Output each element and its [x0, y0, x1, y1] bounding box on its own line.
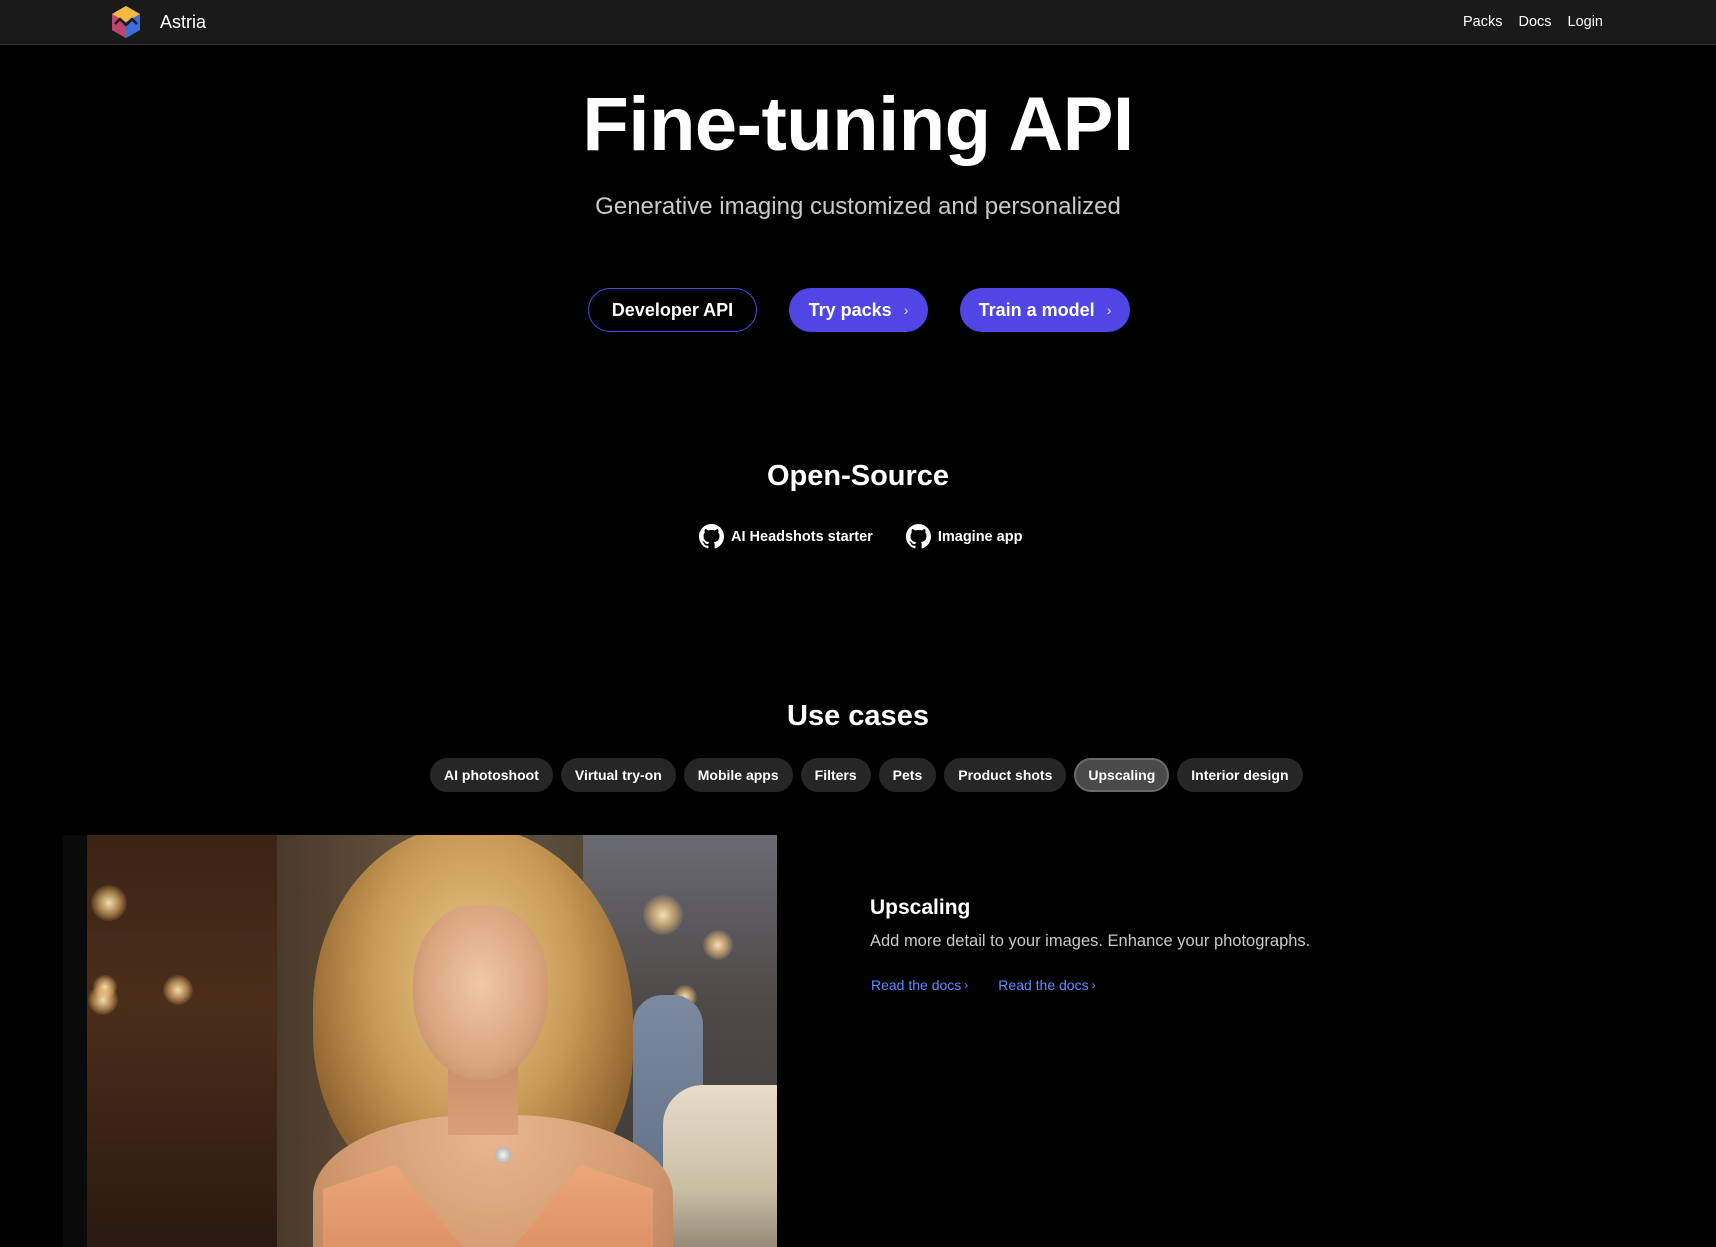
- tab-upscaling[interactable]: Upscaling: [1074, 758, 1170, 792]
- chevron-right-icon: ›: [903, 302, 909, 318]
- open-source-heading: Open-Source: [766, 460, 950, 492]
- ai-headshots-starter-label: AI Headshots starter: [731, 528, 873, 545]
- tab-interior-design[interactable]: Interior design: [1177, 758, 1303, 792]
- chevron-right-icon: ›: [964, 978, 969, 992]
- nav-link-login[interactable]: Login: [1568, 14, 1603, 30]
- brand-home-link[interactable]: Astria: [109, 4, 206, 40]
- train-model-button-label: Train a model: [978, 299, 1095, 320]
- chevron-right-icon: ›: [1091, 978, 1096, 992]
- developer-api-button[interactable]: Developer API: [588, 288, 757, 332]
- imagine-app-link[interactable]: Imagine app: [905, 524, 1023, 549]
- chevron-right-icon: ›: [1106, 302, 1112, 318]
- hero-button-group: Developer API Try packs › Train a model …: [588, 288, 1130, 332]
- try-packs-button[interactable]: Try packs ›: [789, 288, 928, 332]
- read-the-docs-link[interactable]: Read the docs ›: [871, 977, 968, 993]
- use-case-tabs: AI photoshoot Virtual try-on Mobile apps…: [430, 758, 1311, 792]
- imagine-app-label: Imagine app: [937, 528, 1023, 545]
- use-cases-heading: Use cases: [787, 700, 929, 732]
- image-bokeh-light: [88, 985, 118, 1015]
- open-source-links: AI Headshots starter Imagine app: [699, 524, 1022, 549]
- train-model-button[interactable]: Train a model ›: [960, 288, 1130, 332]
- image-bokeh-light: [643, 895, 683, 935]
- feature-description: Add more detail to your images. Enhance …: [870, 932, 1311, 950]
- image-face: [413, 905, 548, 1080]
- image-bokeh-light: [163, 975, 193, 1005]
- ai-headshots-starter-link[interactable]: AI Headshots starter: [699, 524, 873, 549]
- developer-api-button-label: Developer API: [611, 299, 734, 320]
- nav-link-packs[interactable]: Packs: [1463, 14, 1503, 30]
- github-icon: [699, 524, 724, 549]
- read-the-docs-label: Read the docs: [998, 977, 1089, 993]
- tab-ai-photoshoot[interactable]: AI photoshoot: [430, 758, 553, 792]
- brand-name: Astria: [160, 11, 207, 32]
- image-pendant: [495, 1147, 511, 1163]
- try-packs-button-label: Try packs: [808, 299, 892, 320]
- read-the-docs-link[interactable]: Read the docs ›: [998, 977, 1095, 993]
- feature-doc-links: Read the docs › Read the docs ›: [871, 977, 1096, 993]
- nav-links: Packs Docs Login: [1447, 0, 1603, 44]
- upscaling-example-image: [63, 835, 777, 1247]
- image-bokeh-light: [91, 885, 127, 921]
- top-navigation: Astria Packs Docs Login: [0, 0, 1716, 45]
- hero-subtitle: Generative imaging customized and person…: [595, 193, 1121, 220]
- image-bokeh-light: [703, 930, 733, 960]
- tab-virtual-try-on[interactable]: Virtual try-on: [560, 758, 676, 792]
- read-the-docs-label: Read the docs: [871, 977, 962, 993]
- astria-logo-icon: [112, 6, 140, 38]
- tab-product-shots[interactable]: Product shots: [944, 758, 1067, 792]
- tab-mobile-apps[interactable]: Mobile apps: [683, 758, 793, 792]
- nav-link-docs[interactable]: Docs: [1518, 14, 1551, 30]
- feature-title: Upscaling: [870, 896, 971, 919]
- tab-filters[interactable]: Filters: [800, 758, 871, 792]
- hero-title: Fine-tuning API: [582, 82, 1134, 167]
- image-wall: [63, 835, 87, 1247]
- tab-pets[interactable]: Pets: [878, 758, 937, 792]
- github-icon: [905, 524, 931, 549]
- image-car: [663, 1085, 777, 1247]
